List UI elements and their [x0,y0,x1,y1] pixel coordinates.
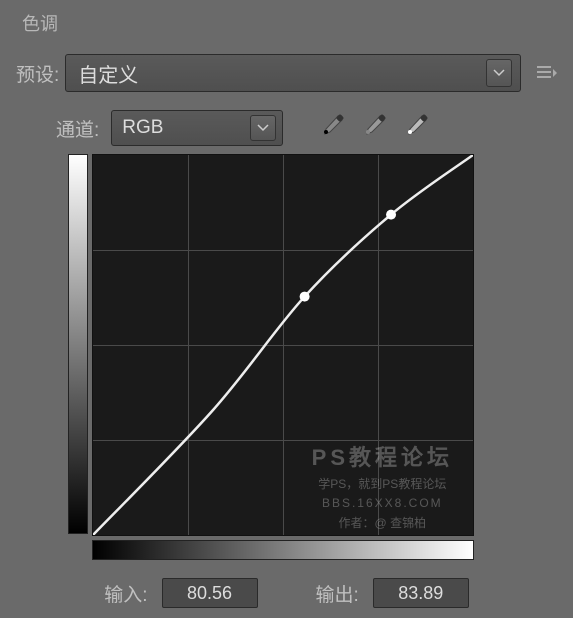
preset-value: 自定义 [78,59,138,88]
preset-label: 预设: [16,60,59,87]
channel-select[interactable]: RGB [111,110,283,146]
eyedropper-gray-icon[interactable] [361,113,387,144]
output-field[interactable] [373,578,469,608]
eyedropper-black-icon[interactable] [319,113,345,144]
input-label: 输入: [104,580,147,607]
output-label: 输出: [316,580,359,607]
curve-path [93,155,473,535]
input-gradient [92,540,474,560]
chevron-down-icon [486,59,512,87]
curve-editor[interactable] [92,154,474,536]
chevron-down-icon [250,115,276,141]
input-field[interactable] [162,578,258,608]
panel-menu-icon[interactable] [537,63,557,84]
panel-title: 色调 [22,10,557,36]
channel-label: 通道: [56,115,99,142]
channel-value: RGB [122,117,163,139]
output-gradient [68,154,88,534]
preset-select[interactable]: 自定义 [65,54,521,92]
eyedropper-white-icon[interactable] [403,113,429,144]
